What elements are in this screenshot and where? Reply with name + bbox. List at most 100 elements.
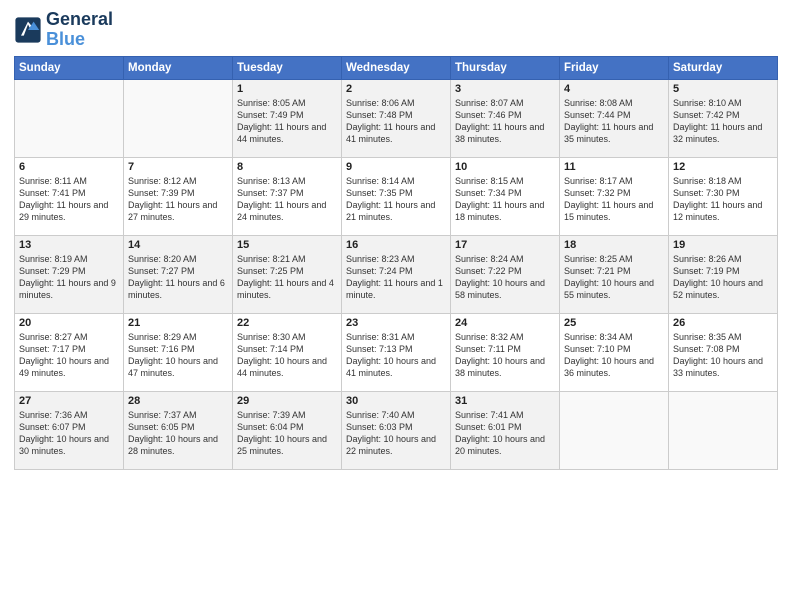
calendar-cell <box>669 391 778 469</box>
cell-content: Sunrise: 8:12 AM Sunset: 7:39 PM Dayligh… <box>128 175 228 224</box>
cell-content: Sunrise: 8:20 AM Sunset: 7:27 PM Dayligh… <box>128 253 228 302</box>
calendar-cell: 4 Sunrise: 8:08 AM Sunset: 7:44 PM Daylig… <box>560 79 669 157</box>
calendar-cell: 22Sunrise: 8:30 AM Sunset: 7:14 PM Dayli… <box>233 313 342 391</box>
cell-content: Sunrise: 8:27 AM Sunset: 7:17 PM Dayligh… <box>19 331 119 380</box>
calendar-cell: 30Sunrise: 7:40 AM Sunset: 6:03 PM Dayli… <box>342 391 451 469</box>
day-header-saturday: Saturday <box>669 56 778 79</box>
day-number: 14 <box>128 239 228 251</box>
cell-content: Sunrise: 8:34 AM Sunset: 7:10 PM Dayligh… <box>564 331 664 380</box>
calendar-cell: 24 Sunrise: 8:32 AM Sunset: 7:11 PM Dayli… <box>451 313 560 391</box>
calendar-cell: 19 Sunrise: 8:26 AM Sunset: 7:19 PM Dayli… <box>669 235 778 313</box>
cell-content: Sunrise: 8:35 AM Sunset: 7:08 PM Dayligh… <box>673 331 773 380</box>
cell-content: Sunrise: 8:15 AM Sunset: 7:34 PM Dayligh… <box>455 175 555 224</box>
day-number: 17 <box>455 239 555 251</box>
day-number: 31 <box>455 395 555 407</box>
cell-content: Sunrise: 8:31 AM Sunset: 7:13 PM Dayligh… <box>346 331 446 380</box>
cell-content: Sunrise: 8:10 AM Sunset: 7:42 PM Dayligh… <box>673 97 773 146</box>
page-container: General Blue SundayMondayTuesdayWednesda… <box>0 0 792 612</box>
day-header-monday: Monday <box>124 56 233 79</box>
day-header-tuesday: Tuesday <box>233 56 342 79</box>
day-header-sunday: Sunday <box>15 56 124 79</box>
day-number: 26 <box>673 317 773 329</box>
calendar-cell: 31 Sunrise: 7:41 AM Sunset: 6:01 PM Dayli… <box>451 391 560 469</box>
calendar-cell: 26 Sunrise: 8:35 AM Sunset: 7:08 PM Dayli… <box>669 313 778 391</box>
calendar-cell: 2Sunrise: 8:06 AM Sunset: 7:48 PM Daylig… <box>342 79 451 157</box>
calendar-cell: 15 Sunrise: 8:21 AM Sunset: 7:25 PM Dayli… <box>233 235 342 313</box>
cell-content: Sunrise: 8:13 AM Sunset: 7:37 PM Dayligh… <box>237 175 337 224</box>
day-number: 5 <box>673 83 773 95</box>
day-number: 11 <box>564 161 664 173</box>
cell-content: Sunrise: 8:24 AM Sunset: 7:22 PM Dayligh… <box>455 253 555 302</box>
calendar-cell: 23 Sunrise: 8:31 AM Sunset: 7:13 PM Dayli… <box>342 313 451 391</box>
calendar-cell: 13Sunrise: 8:19 AM Sunset: 7:29 PM Dayli… <box>15 235 124 313</box>
day-number: 4 <box>564 83 664 95</box>
calendar-cell: 10 Sunrise: 8:15 AM Sunset: 7:34 PM Dayli… <box>451 157 560 235</box>
calendar-cell <box>124 79 233 157</box>
cell-content: Sunrise: 7:36 AM Sunset: 6:07 PM Dayligh… <box>19 409 119 458</box>
day-number: 6 <box>19 161 119 173</box>
calendar-cell: 17 Sunrise: 8:24 AM Sunset: 7:22 PM Dayli… <box>451 235 560 313</box>
calendar-cell: 9 Sunrise: 8:14 AM Sunset: 7:35 PM Daylig… <box>342 157 451 235</box>
calendar-table: SundayMondayTuesdayWednesdayThursdayFrid… <box>14 56 778 470</box>
day-number: 2 <box>346 83 446 95</box>
cell-content: Sunrise: 8:30 AM Sunset: 7:14 PM Dayligh… <box>237 331 337 380</box>
day-number: 10 <box>455 161 555 173</box>
calendar-cell: 21 Sunrise: 8:29 AM Sunset: 7:16 PM Dayli… <box>124 313 233 391</box>
day-number: 23 <box>346 317 446 329</box>
calendar-cell: 11 Sunrise: 8:17 AM Sunset: 7:32 PM Dayli… <box>560 157 669 235</box>
cell-content: Sunrise: 7:41 AM Sunset: 6:01 PM Dayligh… <box>455 409 555 458</box>
calendar-cell: 1 Sunrise: 8:05 AM Sunset: 7:49 PM Daylig… <box>233 79 342 157</box>
cell-content: Sunrise: 8:11 AM Sunset: 7:41 PM Dayligh… <box>19 175 119 224</box>
cell-content: Sunrise: 8:23 AM Sunset: 7:24 PM Dayligh… <box>346 253 446 302</box>
logo: General Blue <box>14 10 113 50</box>
cell-content: Sunrise: 8:19 AM Sunset: 7:29 PM Dayligh… <box>19 253 119 302</box>
cell-content: Sunrise: 8:18 AM Sunset: 7:30 PM Dayligh… <box>673 175 773 224</box>
calendar-cell: 12Sunrise: 8:18 AM Sunset: 7:30 PM Dayli… <box>669 157 778 235</box>
cell-content: Sunrise: 8:08 AM Sunset: 7:44 PM Dayligh… <box>564 97 664 146</box>
day-number: 28 <box>128 395 228 407</box>
logo-icon <box>14 16 42 44</box>
day-number: 7 <box>128 161 228 173</box>
day-number: 15 <box>237 239 337 251</box>
day-number: 29 <box>237 395 337 407</box>
cell-content: Sunrise: 8:21 AM Sunset: 7:25 PM Dayligh… <box>237 253 337 302</box>
day-header-wednesday: Wednesday <box>342 56 451 79</box>
cell-content: Sunrise: 8:32 AM Sunset: 7:11 PM Dayligh… <box>455 331 555 380</box>
day-number: 21 <box>128 317 228 329</box>
calendar-cell: 27 Sunrise: 7:36 AM Sunset: 6:07 PM Dayli… <box>15 391 124 469</box>
day-number: 30 <box>346 395 446 407</box>
day-number: 18 <box>564 239 664 251</box>
cell-content: Sunrise: 8:17 AM Sunset: 7:32 PM Dayligh… <box>564 175 664 224</box>
day-number: 19 <box>673 239 773 251</box>
cell-content: Sunrise: 7:39 AM Sunset: 6:04 PM Dayligh… <box>237 409 337 458</box>
header: General Blue <box>14 10 778 50</box>
day-number: 25 <box>564 317 664 329</box>
cell-content: Sunrise: 8:29 AM Sunset: 7:16 PM Dayligh… <box>128 331 228 380</box>
calendar-cell: 28 Sunrise: 7:37 AM Sunset: 6:05 PM Dayli… <box>124 391 233 469</box>
day-header-friday: Friday <box>560 56 669 79</box>
cell-content: Sunrise: 8:05 AM Sunset: 7:49 PM Dayligh… <box>237 97 337 146</box>
calendar-cell: 18Sunrise: 8:25 AM Sunset: 7:21 PM Dayli… <box>560 235 669 313</box>
calendar-cell <box>560 391 669 469</box>
cell-content: Sunrise: 7:37 AM Sunset: 6:05 PM Dayligh… <box>128 409 228 458</box>
calendar-cell <box>15 79 124 157</box>
calendar-cell: 5 Sunrise: 8:10 AM Sunset: 7:42 PM Daylig… <box>669 79 778 157</box>
day-number: 1 <box>237 83 337 95</box>
day-number: 9 <box>346 161 446 173</box>
calendar-cell: 14 Sunrise: 8:20 AM Sunset: 7:27 PM Dayli… <box>124 235 233 313</box>
day-number: 3 <box>455 83 555 95</box>
calendar-week-1: 1 Sunrise: 8:05 AM Sunset: 7:49 PM Daylig… <box>15 79 778 157</box>
calendar-cell: 20Sunrise: 8:27 AM Sunset: 7:17 PM Dayli… <box>15 313 124 391</box>
calendar-cell: 25 Sunrise: 8:34 AM Sunset: 7:10 PM Dayli… <box>560 313 669 391</box>
calendar-week-5: 27 Sunrise: 7:36 AM Sunset: 6:07 PM Dayli… <box>15 391 778 469</box>
day-number: 27 <box>19 395 119 407</box>
logo-text: General Blue <box>46 10 113 50</box>
cell-content: Sunrise: 8:26 AM Sunset: 7:19 PM Dayligh… <box>673 253 773 302</box>
cell-content: Sunrise: 8:07 AM Sunset: 7:46 PM Dayligh… <box>455 97 555 146</box>
calendar-week-4: 20Sunrise: 8:27 AM Sunset: 7:17 PM Dayli… <box>15 313 778 391</box>
day-number: 16 <box>346 239 446 251</box>
cell-content: Sunrise: 8:14 AM Sunset: 7:35 PM Dayligh… <box>346 175 446 224</box>
calendar-cell: 8Sunrise: 8:13 AM Sunset: 7:37 PM Daylig… <box>233 157 342 235</box>
day-number: 24 <box>455 317 555 329</box>
calendar-cell: 3 Sunrise: 8:07 AM Sunset: 7:46 PM Daylig… <box>451 79 560 157</box>
